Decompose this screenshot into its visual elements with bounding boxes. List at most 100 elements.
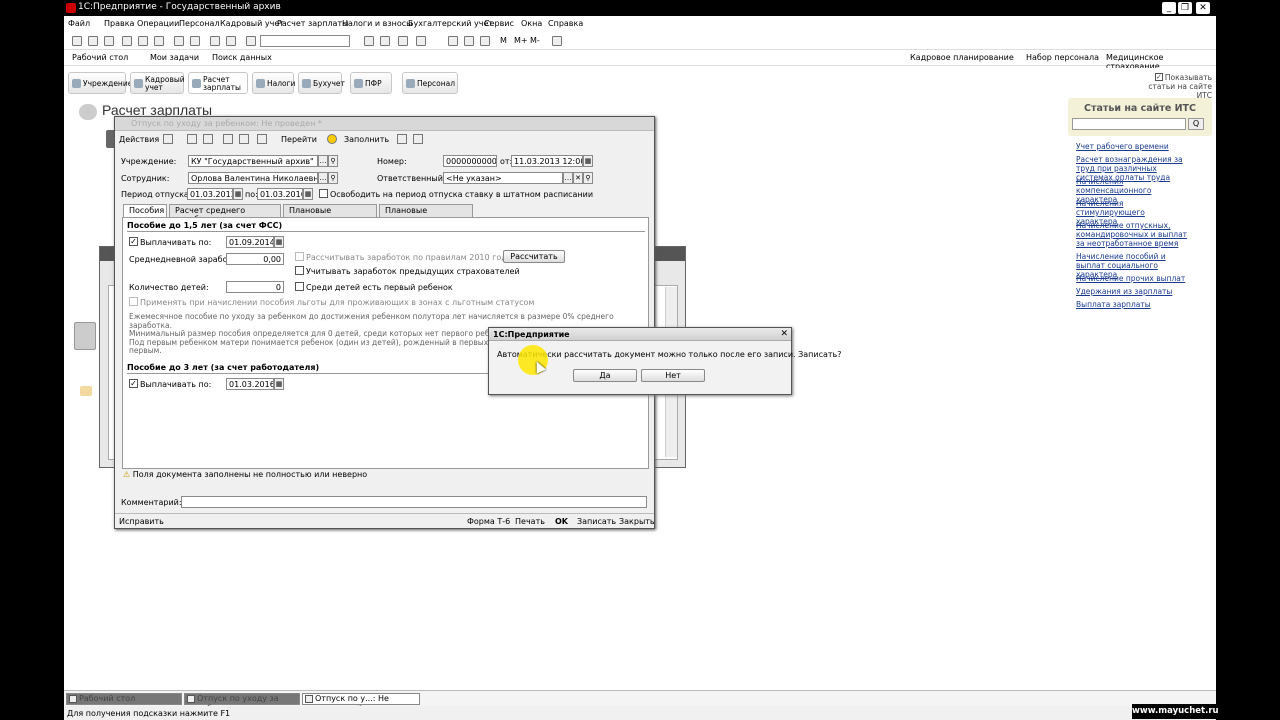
its-checkbox[interactable]: ✓: [1154, 73, 1163, 81]
pay-until-checkbox-2[interactable]: ✓: [129, 379, 138, 388]
responsible-field[interactable]: <Не указан>: [443, 172, 563, 184]
save-button[interactable]: Записать: [577, 517, 616, 526]
institution-field[interactable]: КУ "Государственный архив": [188, 155, 318, 167]
tab-planned-deductions[interactable]: Плановые удержания: [379, 204, 473, 224]
period-from-calendar-icon[interactable]: ▦: [233, 188, 243, 200]
section-pfr[interactable]: ПФР: [350, 72, 392, 94]
menu-operations[interactable]: Операции: [137, 19, 179, 28]
calculator-icon[interactable]: [464, 36, 474, 46]
recruitment-link[interactable]: Набор персонала: [1026, 53, 1099, 62]
pay-until-checkbox-1[interactable]: ✓: [129, 237, 138, 246]
period-to-calendar-icon[interactable]: ▦: [303, 188, 313, 200]
find-doc-icon[interactable]: [223, 134, 233, 144]
memory-minus-button[interactable]: M-: [530, 36, 540, 45]
restore-button[interactable]: ❐: [1178, 2, 1192, 14]
actions-menu[interactable]: Действия: [119, 135, 159, 144]
desktop-link[interactable]: Рабочий стол: [72, 53, 128, 62]
period-from-field[interactable]: 01.03.2013: [187, 188, 233, 200]
copy-doc-icon[interactable]: [203, 134, 213, 144]
tools-icon[interactable]: [552, 36, 562, 46]
section-institution[interactable]: Учреждение: [68, 72, 132, 94]
paste-icon[interactable]: [154, 36, 164, 46]
hr-planning-link[interactable]: Кадровое планирование: [910, 53, 1014, 62]
save-icon[interactable]: [104, 36, 114, 46]
pay-until-field-1[interactable]: 01.09.2014: [226, 236, 274, 248]
institution-select-button[interactable]: …: [318, 155, 328, 167]
find-icon[interactable]: [246, 36, 256, 46]
task-leave-doc[interactable]: Отпуск по у...: Не проведен *: [302, 693, 420, 713]
section-accounting[interactable]: Бухучет: [298, 72, 345, 94]
help-icon[interactable]: [416, 36, 426, 46]
section-hr[interactable]: Кадровый учет: [130, 72, 185, 94]
goto-menu[interactable]: Перейти: [281, 135, 317, 144]
date-field[interactable]: 11.03.2013 12:00:00: [511, 155, 583, 167]
tasks-link[interactable]: Мои задачи: [150, 53, 199, 62]
employee-field[interactable]: Орлова Валентина Николаевна: [188, 172, 318, 184]
comment-field[interactable]: [181, 496, 647, 508]
responsible-open-icon[interactable]: ⚲: [583, 172, 593, 184]
section-taxes[interactable]: Налоги: [252, 72, 295, 94]
menu-taxes[interactable]: Налоги и взносы: [342, 19, 412, 28]
institution-open-icon[interactable]: ⚲: [328, 155, 338, 167]
menu-hr[interactable]: Кадровый учет: [220, 19, 284, 28]
dialog-yes-button[interactable]: Да: [573, 369, 637, 382]
menu-windows[interactable]: Окна: [521, 19, 542, 28]
menu-service[interactable]: Сервис: [484, 19, 514, 28]
ok-button[interactable]: OK: [555, 517, 568, 526]
menu-file[interactable]: Файл: [68, 19, 90, 28]
menu-help[interactable]: Справка: [548, 19, 583, 28]
employee-open-icon[interactable]: ⚲: [328, 172, 338, 184]
dialog-close-icon[interactable]: ✕: [780, 329, 788, 339]
dialog-no-button[interactable]: Нет: [641, 369, 705, 382]
tab-planned-accruals[interactable]: Плановые начисления: [283, 204, 377, 224]
free-rate-checkbox[interactable]: [319, 189, 328, 198]
its-link[interactable]: Выплата зарплаты: [1076, 300, 1188, 309]
close-button[interactable]: ✕: [1196, 2, 1210, 14]
menu-payroll[interactable]: Расчет зарплаты: [277, 19, 348, 28]
first-child-checkbox[interactable]: [295, 282, 304, 291]
form-t6-button[interactable]: Форма Т-6: [467, 517, 510, 526]
folder-icon[interactable]: [80, 386, 92, 396]
number-field[interactable]: 00000000001: [443, 155, 497, 167]
print-icon[interactable]: [174, 36, 184, 46]
its-articles-toggle[interactable]: ✓ Показывать статьи на сайте ИТС: [1132, 73, 1212, 100]
task-desktop[interactable]: Рабочий стол: [66, 693, 182, 705]
fix-button[interactable]: Исправить: [119, 517, 164, 526]
memory-plus-button[interactable]: M+: [514, 36, 528, 45]
pay-until-calendar-icon-2[interactable]: ▦: [274, 378, 284, 390]
responsible-select-button[interactable]: …: [563, 172, 573, 184]
toolbar-search-input[interactable]: [260, 35, 350, 47]
structure-icon[interactable]: [239, 134, 249, 144]
avg-earnings-field[interactable]: 0,00: [226, 253, 284, 265]
redo-icon[interactable]: [226, 36, 236, 46]
menu-edit[interactable]: Правка: [104, 19, 134, 28]
its-link[interactable]: Начисление прочих выплат: [1076, 274, 1188, 283]
tree-view-icon[interactable]: [413, 134, 423, 144]
cut-icon[interactable]: [122, 36, 132, 46]
movements-icon[interactable]: [257, 134, 267, 144]
fill-menu[interactable]: Заполнить: [344, 135, 389, 144]
rules-2010-checkbox[interactable]: [295, 252, 304, 261]
pay-until-field-2[interactable]: 01.03.2016: [226, 378, 274, 390]
help-doc-icon[interactable]: [327, 134, 337, 144]
find-prev-icon[interactable]: [380, 36, 390, 46]
post-doc-icon[interactable]: [187, 134, 197, 144]
preview-icon[interactable]: [190, 36, 200, 46]
copy-icon[interactable]: [138, 36, 148, 46]
close-doc-button[interactable]: Закрыть: [619, 517, 655, 526]
its-link[interactable]: Учет рабочего времени: [1076, 142, 1188, 151]
children-count-field[interactable]: 0: [226, 281, 284, 293]
minimize-button[interactable]: _: [1162, 2, 1176, 14]
calculate-button[interactable]: Рассчитать: [503, 250, 565, 263]
responsible-clear-icon[interactable]: ✕: [573, 172, 583, 184]
section-payroll[interactable]: Расчет зарплаты: [188, 72, 248, 94]
employee-select-button[interactable]: …: [318, 172, 328, 184]
menu-personnel[interactable]: Персонал: [179, 19, 220, 28]
tab-benefits[interactable]: Пособия: [123, 204, 167, 218]
its-search-button[interactable]: Q: [1188, 118, 1204, 130]
menu-accounting[interactable]: Бухгалтерский учет: [408, 19, 493, 28]
privilege-checkbox[interactable]: [129, 297, 138, 306]
calendar-icon[interactable]: [448, 36, 458, 46]
tab-avg-earnings[interactable]: Расчет среднего заработка: [169, 204, 281, 224]
table-view-icon[interactable]: [397, 134, 407, 144]
